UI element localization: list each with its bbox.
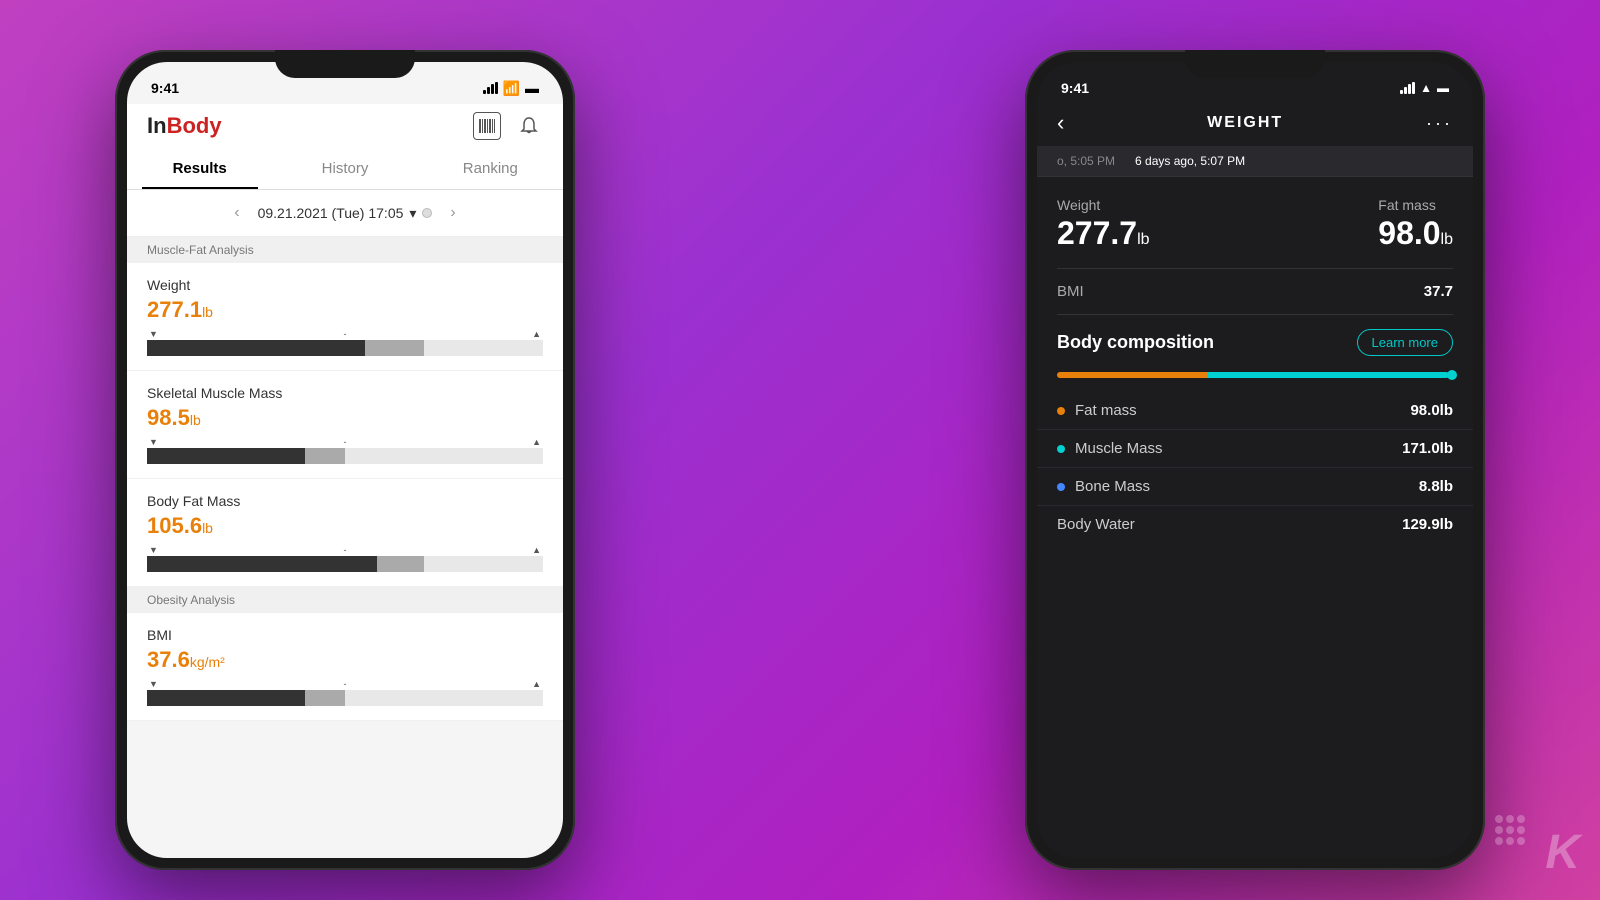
dropdown-icon[interactable]: ▾ — [409, 205, 416, 222]
signal-bars-icon — [483, 82, 498, 94]
dot-cyan-muscle — [1057, 445, 1065, 453]
dark-fatmass-metric: Fat mass 98.0lb — [1378, 197, 1453, 252]
muscle-comp-value: 171.0lb — [1402, 440, 1453, 457]
status-icons-right: ▲ ▬ — [1400, 81, 1449, 95]
header-icons — [473, 112, 543, 140]
back-button[interactable]: ‹ — [1057, 110, 1064, 136]
metric-weight-name: Weight — [147, 277, 543, 293]
metric-bodyfat-value: 105.6lb — [147, 513, 543, 539]
dark-weight-metric: Weight 277.7lb — [1057, 197, 1150, 252]
phone-right: 9:41 ▲ ▬ ‹ WEIGHT ··· o, 5:05 PM 6 days … — [1025, 50, 1485, 870]
bmi-row-dark: BMI 37.7 — [1037, 269, 1473, 314]
metric-bmi: BMI 37.6kg/m² ▼-▲ — [127, 613, 563, 721]
section-obesity: Obesity Analysis — [127, 587, 563, 613]
wifi-icon: 📶 — [503, 80, 520, 97]
wifi-icon-right: ▲ — [1420, 81, 1432, 95]
tab-ranking[interactable]: Ranking — [418, 148, 563, 189]
section-muscle-fat: Muscle-Fat Analysis — [127, 237, 563, 263]
nav-title: WEIGHT — [1207, 114, 1283, 132]
barcode-icon — [479, 119, 495, 133]
body-comp-muscle: Muscle Mass 171.0lb — [1037, 430, 1473, 468]
learn-more-button[interactable]: Learn more — [1357, 329, 1453, 356]
bodyfat-bar: ▼-▲ — [147, 545, 543, 572]
tab-results[interactable]: Results — [127, 148, 272, 189]
body-comp-title: Body composition — [1057, 332, 1214, 353]
date-dot — [422, 208, 432, 218]
notch-left — [275, 50, 415, 78]
barcode-button[interactable] — [473, 112, 501, 140]
bell-button[interactable] — [515, 112, 543, 140]
tabs-left: Results History Ranking — [127, 148, 563, 190]
bone-comp-label: Bone Mass — [1075, 478, 1150, 495]
metric-bodyfat-name: Body Fat Mass — [147, 493, 543, 509]
progress-cyan — [1207, 372, 1449, 378]
metric-weight: Weight 277.1lb ▼-▲ — [127, 263, 563, 371]
fatmass-comp-value: 98.0lb — [1410, 402, 1453, 419]
signal-bars-icon-right — [1400, 82, 1415, 94]
app-header-left: InBody — [127, 104, 563, 148]
body-water-row: Body Water 129.9lb — [1037, 506, 1473, 543]
metric-skeletal-name: Skeletal Muscle Mass — [147, 385, 543, 401]
metric-skeletal: Skeletal Muscle Mass 98.5lb ▼-▲ — [127, 371, 563, 479]
weight-label: Weight — [1057, 197, 1150, 213]
timeline-item-0[interactable]: o, 5:05 PM — [1057, 154, 1115, 168]
time-right: 9:41 — [1061, 80, 1089, 96]
body-comp-header: Body composition Learn more — [1037, 315, 1473, 366]
prev-arrow[interactable]: ‹ — [226, 200, 247, 226]
dot-blue-bone — [1057, 483, 1065, 491]
watermark-k: K — [1545, 825, 1580, 880]
inbody-logo: InBody — [147, 113, 222, 139]
body-comp-progress-bar — [1057, 372, 1453, 378]
logo-body: Body — [167, 113, 222, 138]
metric-skeletal-value: 98.5lb — [147, 405, 543, 431]
phone-left: 9:41 📶 ▬ InBody — [115, 50, 575, 870]
dot-orange-fatmass — [1057, 407, 1065, 415]
weight-bar: ▼-▲ — [147, 329, 543, 356]
watermark-dots — [1495, 815, 1525, 845]
metric-bmi-value: 37.6kg/m² — [147, 647, 543, 673]
fatmass-value: 98.0lb — [1378, 215, 1453, 252]
primary-metric-pair: Weight 277.7lb Fat mass 98.0lb — [1057, 197, 1453, 252]
progress-orange — [1057, 372, 1207, 378]
body-water-label: Body Water — [1057, 516, 1135, 533]
next-arrow[interactable]: › — [442, 200, 463, 226]
more-button[interactable]: ··· — [1426, 113, 1453, 134]
bmi-bar: ▼-▲ — [147, 679, 543, 706]
metric-weight-value: 277.1lb — [147, 297, 543, 323]
bone-comp-value: 8.8lb — [1419, 478, 1453, 495]
body-water-value: 129.9lb — [1402, 516, 1453, 533]
timeline-item-1[interactable]: 6 days ago, 5:07 PM — [1135, 154, 1245, 168]
metric-bodyfat: Body Fat Mass 105.6lb ▼-▲ — [127, 479, 563, 587]
date-nav: ‹ 09.21.2021 (Tue) 17:05 ▾ › — [127, 190, 563, 237]
screen-right: 9:41 ▲ ▬ ‹ WEIGHT ··· o, 5:05 PM 6 days … — [1037, 62, 1473, 858]
metric-bmi-name: BMI — [147, 627, 543, 643]
muscle-comp-label: Muscle Mass — [1075, 440, 1163, 457]
bell-icon — [519, 116, 539, 136]
battery-icon-right: ▬ — [1437, 81, 1449, 95]
date-label: 09.21.2021 (Tue) 17:05 — [258, 205, 404, 221]
fatmass-label: Fat mass — [1378, 197, 1453, 213]
bmi-value-dark: 37.7 — [1424, 283, 1453, 300]
fatmass-comp-label: Fat mass — [1075, 402, 1137, 419]
body-comp-bone: Bone Mass 8.8lb — [1037, 468, 1473, 506]
date-text: 09.21.2021 (Tue) 17:05 ▾ — [258, 205, 433, 222]
battery-icon: ▬ — [525, 80, 539, 96]
logo-in: In — [147, 113, 167, 138]
timeline-bar: o, 5:05 PM 6 days ago, 5:07 PM — [1037, 146, 1473, 177]
body-comp-fatmass: Fat mass 98.0lb — [1037, 392, 1473, 430]
bmi-label-dark: BMI — [1057, 283, 1084, 300]
notch-right — [1185, 50, 1325, 78]
progress-dot — [1447, 370, 1457, 380]
dark-nav: ‹ WEIGHT ··· — [1037, 104, 1473, 146]
skeletal-bar: ▼-▲ — [147, 437, 543, 464]
status-icons-left: 📶 ▬ — [483, 80, 539, 97]
weight-value: 277.7lb — [1057, 215, 1150, 252]
dark-metrics: Weight 277.7lb Fat mass 98.0lb — [1037, 177, 1473, 252]
screen-left: 9:41 📶 ▬ InBody — [127, 62, 563, 858]
time-left: 9:41 — [151, 80, 179, 96]
tab-history[interactable]: History — [272, 148, 417, 189]
